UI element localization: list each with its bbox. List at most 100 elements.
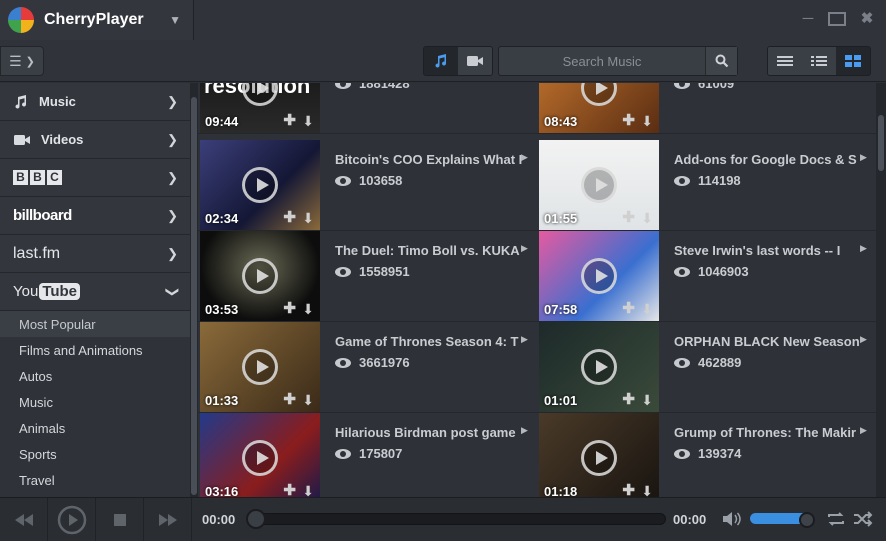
download-icon[interactable]: ⬇	[302, 483, 314, 497]
detailed-list-view-button[interactable]	[802, 47, 836, 75]
video-card[interactable]: special resolution09:44✚⬇1881428	[198, 83, 537, 134]
chevron-right-icon[interactable]: ▶	[860, 243, 867, 254]
shuffle-button[interactable]	[853, 511, 873, 532]
chevron-right-icon[interactable]: ▶	[521, 243, 528, 254]
video-card[interactable]: 03:16 ✚ ⬇ Hilarious Birdman post game ▶ 17580…	[198, 413, 537, 497]
video-thumbnail[interactable]: 03:16 ✚ ⬇	[200, 413, 320, 497]
video-title[interactable]: Game of Thrones Season 4: T	[335, 334, 529, 349]
play-overlay-icon[interactable]	[242, 167, 278, 203]
play-overlay-icon[interactable]	[581, 83, 617, 106]
download-icon[interactable]: ⬇	[641, 301, 653, 318]
add-to-playlist-icon[interactable]: ✚	[283, 390, 296, 408]
sidebar-scrollbar[interactable]	[190, 83, 198, 497]
app-menu-button[interactable]: CherryPlayer ▼	[0, 0, 194, 40]
add-to-playlist-icon[interactable]: ✚	[622, 299, 635, 317]
chevron-right-icon[interactable]: ▶	[521, 425, 528, 436]
search-button[interactable]	[705, 47, 737, 75]
video-thumbnail[interactable]: 02:34 ✚ ⬇	[200, 140, 320, 230]
add-to-playlist-icon[interactable]: ✚	[622, 208, 635, 226]
sidebar-item-music[interactable]: Music ❯	[0, 83, 190, 121]
add-to-playlist-icon[interactable]: ✚	[283, 111, 296, 129]
video-thumbnail[interactable]: 01:01 ✚ ⬇	[539, 322, 659, 412]
video-thumbnail[interactable]: 01:55 ✚ ⬇	[539, 140, 659, 230]
repeat-button[interactable]	[826, 511, 846, 532]
download-icon[interactable]: ⬇	[641, 483, 653, 497]
video-thumbnail[interactable]: special resolution09:44✚⬇	[200, 83, 320, 133]
video-title[interactable]: The Duel: Timo Boll vs. KUKA	[335, 243, 529, 258]
close-button[interactable]: ✖	[857, 10, 877, 28]
download-icon[interactable]: ⬇	[302, 210, 314, 227]
video-card[interactable]: 07:58 ✚ ⬇ Steve Irwin's last words -- I ▶ 104…	[537, 231, 876, 322]
next-button[interactable]	[144, 498, 192, 541]
minimize-button[interactable]: ─	[798, 10, 818, 28]
video-mode-button[interactable]	[458, 47, 492, 75]
grid-view-button[interactable]	[836, 47, 870, 75]
video-thumbnail[interactable]: 08:43 ✚ ⬇	[539, 83, 659, 133]
video-title[interactable]: ORPHAN BLACK New Season	[674, 334, 868, 349]
video-card[interactable]: 01:33 ✚ ⬇ Game of Thrones Season 4: T ▶ 36619…	[198, 322, 537, 413]
sidebar-item-bbc[interactable]: B B C ❯	[0, 159, 190, 197]
video-title[interactable]: Steve Irwin's last words -- I	[674, 243, 868, 258]
video-card[interactable]: 01:55 ✚ ⬇ Add-ons for Google Docs & S ▶ 11419…	[537, 140, 876, 231]
play-overlay-icon[interactable]	[581, 258, 617, 294]
grid-scrollbar[interactable]	[876, 83, 886, 497]
add-to-playlist-icon[interactable]: ✚	[622, 481, 635, 497]
add-to-playlist-icon[interactable]: ✚	[622, 390, 635, 408]
scrollbar-thumb[interactable]	[878, 115, 884, 171]
video-title[interactable]: Hilarious Birdman post game	[335, 425, 529, 440]
chevron-right-icon[interactable]: ▶	[521, 334, 528, 345]
volume-handle[interactable]	[799, 512, 815, 528]
chevron-right-icon[interactable]: ▶	[860, 334, 867, 345]
category-most-popular[interactable]: Most Popular	[0, 311, 190, 337]
download-icon[interactable]: ⬇	[641, 210, 653, 227]
play-overlay-icon[interactable]	[242, 349, 278, 385]
video-thumbnail[interactable]: 01:33 ✚ ⬇	[200, 322, 320, 412]
sidebar-item-billboard[interactable]: billboard ❯	[0, 197, 190, 235]
chevron-right-icon[interactable]: ▶	[521, 152, 528, 163]
chevron-right-icon[interactable]: ▶	[860, 425, 867, 436]
category-sports[interactable]: Sports	[0, 441, 190, 467]
add-to-playlist-icon[interactable]: ✚	[283, 299, 296, 317]
video-card[interactable]: 02:34 ✚ ⬇ Bitcoin's COO Explains What I ▶ 103…	[198, 140, 537, 231]
download-icon[interactable]: ⬇	[641, 113, 653, 130]
play-overlay-icon[interactable]	[581, 167, 617, 203]
category-music[interactable]: Music	[0, 389, 190, 415]
music-mode-button[interactable]	[424, 47, 458, 75]
add-to-playlist-icon[interactable]: ✚	[283, 208, 296, 226]
category-animals[interactable]: Animals	[0, 415, 190, 441]
seek-handle[interactable]	[246, 509, 266, 529]
sidebar-item-youtube[interactable]: You Tube ❯	[0, 273, 190, 311]
video-thumbnail[interactable]: 03:53 ✚ ⬇	[200, 231, 320, 321]
play-button[interactable]	[48, 498, 96, 541]
video-thumbnail[interactable]: 01:18 ✚ ⬇	[539, 413, 659, 497]
download-icon[interactable]: ⬇	[302, 392, 314, 409]
add-to-playlist-icon[interactable]: ✚	[283, 481, 296, 497]
category-travel[interactable]: Travel	[0, 467, 190, 493]
play-overlay-icon[interactable]	[581, 440, 617, 476]
stop-button[interactable]	[96, 498, 144, 541]
sidebar-item-lastfm[interactable]: last.fm ❯	[0, 235, 190, 273]
play-overlay-icon[interactable]	[242, 440, 278, 476]
maximize-button[interactable]	[828, 12, 846, 26]
download-icon[interactable]: ⬇	[641, 392, 653, 409]
previous-button[interactable]	[0, 498, 48, 541]
scrollbar-thumb[interactable]	[191, 97, 197, 495]
download-icon[interactable]: ⬇	[302, 301, 314, 318]
compact-list-view-button[interactable]	[768, 47, 802, 75]
sidebar-item-videos[interactable]: Videos ❯	[0, 121, 190, 159]
video-title[interactable]: Grump of Thrones: The Makir	[674, 425, 868, 440]
chevron-right-icon[interactable]: ▶	[860, 152, 867, 163]
play-overlay-icon[interactable]	[242, 258, 278, 294]
search-input[interactable]	[499, 47, 705, 75]
video-title[interactable]: Bitcoin's COO Explains What I	[335, 152, 529, 167]
add-to-playlist-icon[interactable]: ✚	[622, 111, 635, 129]
download-icon[interactable]: ⬇	[302, 113, 314, 130]
video-title[interactable]: Add-ons for Google Docs & S	[674, 152, 868, 167]
category-autos[interactable]: Autos	[0, 363, 190, 389]
seek-bar[interactable]	[256, 513, 666, 525]
play-overlay-icon[interactable]	[242, 83, 278, 106]
volume-button[interactable]	[722, 511, 742, 532]
video-thumbnail[interactable]: 07:58 ✚ ⬇	[539, 231, 659, 321]
sidebar-toggle-button[interactable]: ☰ ❯	[0, 46, 44, 76]
video-card[interactable]: 08:43 ✚ ⬇ 61009	[537, 83, 876, 134]
